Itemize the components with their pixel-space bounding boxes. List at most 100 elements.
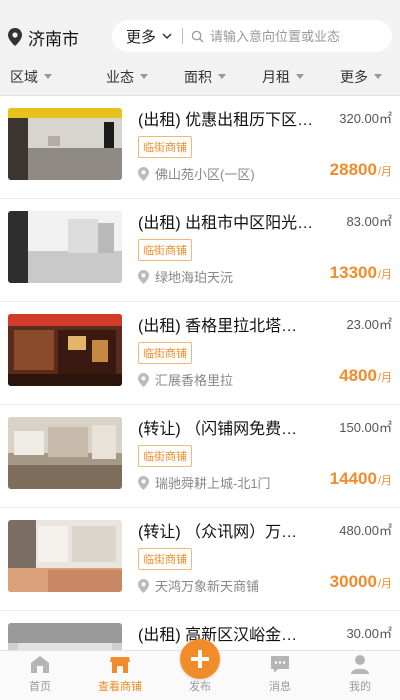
price-unit: /月 xyxy=(377,269,392,281)
listing-location-text: 绿地海珀天沅 xyxy=(155,270,234,285)
listing-tag: 临街商铺 xyxy=(138,342,192,364)
city-label: 济南市 xyxy=(28,29,79,49)
city-selector[interactable]: 济南市 xyxy=(8,24,79,50)
caret-down-icon xyxy=(44,74,52,79)
price-value: 14400 xyxy=(329,469,377,488)
home-icon xyxy=(31,656,49,673)
listing-photo xyxy=(8,417,122,489)
filter-label: 区域 xyxy=(10,68,38,85)
filter-label: 月租 xyxy=(262,68,290,85)
filter-label: 业态 xyxy=(106,68,134,85)
listing-location-text: 天鸿万象新天商铺 xyxy=(155,579,260,594)
location-pin-icon xyxy=(138,475,149,490)
listing-title: (转让) （闪铺网免费… xyxy=(138,421,298,438)
listing-location-text: 瑞驰舜耕上城-北1门 xyxy=(155,476,271,491)
listing-item[interactable]: (出租) 香格里拉北塔… 23.00㎡ 临街商铺 汇展香格里拉 4800/月 xyxy=(0,302,400,405)
listing-title: (转让) （众讯网）万… xyxy=(138,524,298,541)
nav-home[interactable]: 首页 xyxy=(0,651,80,700)
listing-tag: 临街商铺 xyxy=(138,445,192,467)
listing-area: 30.00㎡ xyxy=(346,626,392,641)
divider xyxy=(182,28,184,44)
price-value: 13300 xyxy=(329,263,377,282)
nav-label: 发布 xyxy=(189,681,211,693)
caret-down-icon xyxy=(218,74,226,79)
filter-area[interactable]: 面积 xyxy=(166,58,244,95)
price-unit: /月 xyxy=(377,166,392,178)
nav-publish[interactable]: 发布 xyxy=(160,639,240,700)
price-unit: /月 xyxy=(377,578,392,590)
listing-photo xyxy=(8,520,122,592)
listing-list: (出租) 优惠出租历下区… 320.00㎡ 临街商铺 佛山苑小区(一区) 288… xyxy=(0,96,400,650)
nav-messages[interactable]: 消息 xyxy=(240,651,320,700)
nav-label: 首页 xyxy=(29,681,51,693)
filter-bar: 区域 业态 面积 月租 更多 xyxy=(0,58,400,96)
listing-photo xyxy=(8,623,122,650)
search-bar: 更多 xyxy=(112,20,392,52)
listing-price: 30000/月 xyxy=(330,572,392,592)
listing-tag: 临街商铺 xyxy=(138,548,192,570)
search-input[interactable] xyxy=(210,28,381,44)
listing-location: 天鸿万象新天商铺 xyxy=(138,576,259,595)
location-pin-icon xyxy=(8,28,22,46)
listing-photo xyxy=(8,314,122,386)
location-pin-icon xyxy=(138,166,149,181)
listing-tag: 临街商铺 xyxy=(138,136,192,158)
listing-location-text: 汇展香格里拉 xyxy=(155,373,234,388)
listing-title: (出租) 高新区汉峪金… xyxy=(138,627,298,644)
category-dropdown[interactable]: 更多 xyxy=(112,20,180,52)
listing-location: 汇展香格里拉 xyxy=(138,370,233,389)
message-icon xyxy=(271,656,289,673)
nav-label: 查看商铺 xyxy=(98,681,142,693)
price-value: 4800 xyxy=(339,366,377,385)
nav-view-shops[interactable]: 查看商铺 xyxy=(80,651,160,700)
filter-monthly-rent[interactable]: 月租 xyxy=(244,58,322,95)
location-pin-icon xyxy=(138,372,149,387)
filter-region[interactable]: 区域 xyxy=(0,58,88,95)
filter-more[interactable]: 更多 xyxy=(322,58,400,95)
chevron-down-icon xyxy=(162,33,172,40)
listing-price: 4800/月 xyxy=(339,366,392,386)
listing-area: 83.00㎡ xyxy=(346,214,392,229)
listing-price: 14400/月 xyxy=(330,469,392,489)
search-icon xyxy=(191,30,204,43)
price-value: 30000 xyxy=(329,572,377,591)
listing-photo xyxy=(8,211,122,283)
listing-item[interactable]: (转让) （众讯网）万… 480.00㎡ 临街商铺 天鸿万象新天商铺 30000… xyxy=(0,508,400,611)
caret-down-icon xyxy=(296,74,304,79)
top-bar: 济南市 更多 xyxy=(0,0,400,58)
listing-area: 23.00㎡ xyxy=(346,317,392,332)
listing-location: 瑞驰舜耕上城-北1门 xyxy=(138,473,271,492)
location-pin-icon xyxy=(138,269,149,284)
listing-location-text: 佛山苑小区(一区) xyxy=(155,167,255,182)
listing-area: 150.00㎡ xyxy=(339,420,392,435)
filter-label: 更多 xyxy=(340,68,368,85)
bottom-nav: 首页 查看商铺 发布 消息 我的 xyxy=(0,639,400,700)
caret-down-icon xyxy=(140,74,148,79)
listing-photo xyxy=(8,108,122,180)
nav-label: 我的 xyxy=(349,681,371,693)
listing-title: (出租) 香格里拉北塔… xyxy=(138,318,298,335)
price-unit: /月 xyxy=(377,372,392,384)
listing-item[interactable]: (转让) （闪铺网免费… 150.00㎡ 临街商铺 瑞驰舜耕上城-北1门 144… xyxy=(0,405,400,508)
listing-location: 绿地海珀天沅 xyxy=(138,267,233,286)
user-icon xyxy=(351,655,369,674)
shop-icon xyxy=(110,657,130,673)
listing-item[interactable]: (出租) 出租市中区阳光… 83.00㎡ 临街商铺 绿地海珀天沅 13300/月 xyxy=(0,199,400,302)
nav-label: 消息 xyxy=(269,681,291,693)
plus-icon xyxy=(191,650,209,668)
listing-title: (出租) 出租市中区阳光… xyxy=(138,215,314,232)
category-dropdown-label: 更多 xyxy=(126,28,157,46)
filter-business-type[interactable]: 业态 xyxy=(88,58,166,95)
price-value: 28800 xyxy=(329,160,377,179)
listing-item[interactable]: (出租) 优惠出租历下区… 320.00㎡ 临街商铺 佛山苑小区(一区) 288… xyxy=(0,96,400,199)
location-pin-icon xyxy=(138,578,149,593)
price-unit: /月 xyxy=(377,475,392,487)
publish-button[interactable] xyxy=(180,639,220,679)
listing-price: 28800/月 xyxy=(330,160,392,180)
caret-down-icon xyxy=(374,74,382,79)
nav-profile[interactable]: 我的 xyxy=(320,651,400,700)
listing-title: (出租) 优惠出租历下区… xyxy=(138,112,314,129)
filter-label: 面积 xyxy=(184,68,212,85)
listing-tag: 临街商铺 xyxy=(138,239,192,261)
listing-location: 佛山苑小区(一区) xyxy=(138,164,255,183)
